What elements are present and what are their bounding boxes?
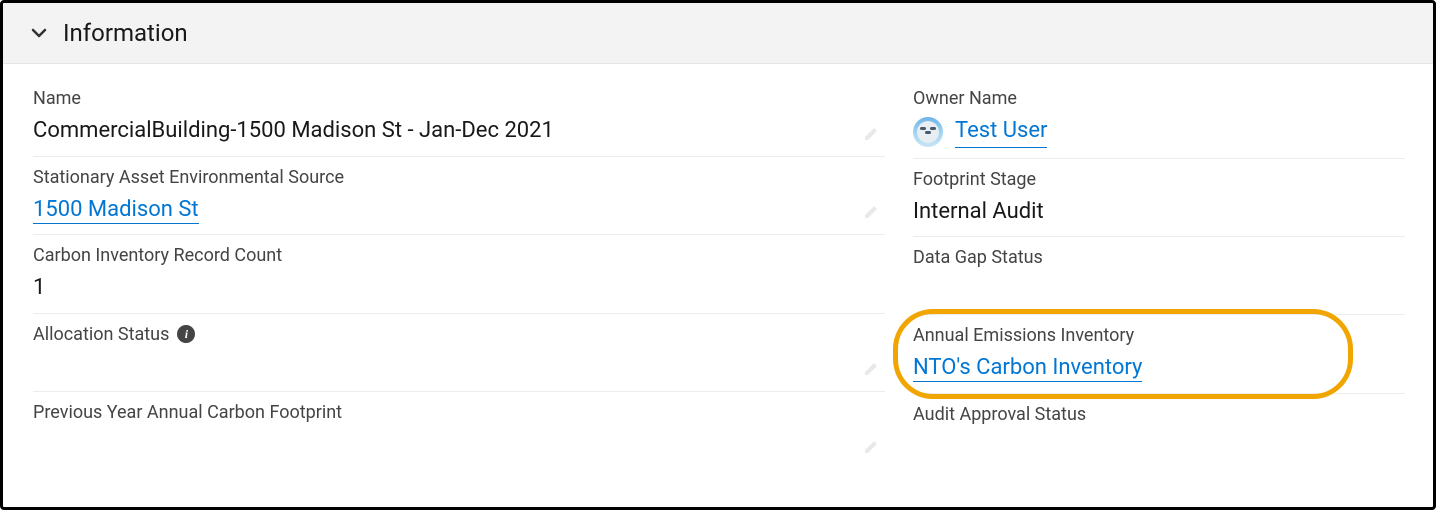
- field-emissions: Annual Emissions Inventory NTO's Carbon …: [913, 315, 1405, 394]
- record-detail-panel: Information Name CommercialBuilding-1500…: [0, 0, 1436, 510]
- section-header[interactable]: Information: [3, 3, 1433, 64]
- field-value-record-count: 1: [33, 274, 885, 303]
- field-value-name: CommercialBuilding-1500 Madison St - Jan…: [33, 117, 885, 146]
- field-prev-year: Previous Year Annual Carbon Footprint: [33, 392, 885, 469]
- field-label-emissions: Annual Emissions Inventory: [913, 325, 1405, 346]
- right-column: Owner Name Test User Footprint Stage Int…: [913, 78, 1433, 471]
- allocation-label-text: Allocation Status: [33, 324, 169, 345]
- info-icon[interactable]: i: [177, 325, 195, 343]
- edit-icon[interactable]: [863, 439, 879, 455]
- field-value-footprint-stage: Internal Audit: [913, 198, 1405, 227]
- source-link[interactable]: 1500 Madison St: [33, 197, 199, 224]
- field-label-owner: Owner Name: [913, 88, 1405, 109]
- edit-icon[interactable]: [863, 361, 879, 377]
- field-audit: Audit Approval Status: [913, 394, 1405, 471]
- field-source: Stationary Asset Environmental Source 15…: [33, 157, 885, 236]
- field-value-data-gap: [913, 276, 1405, 304]
- field-label-prev-year: Previous Year Annual Carbon Footprint: [33, 402, 885, 423]
- field-record-count: Carbon Inventory Record Count 1: [33, 235, 885, 314]
- section-title: Information: [63, 19, 188, 47]
- field-value-owner: Test User: [913, 117, 1405, 148]
- field-value-source: 1500 Madison St: [33, 196, 885, 225]
- field-footprint-stage: Footprint Stage Internal Audit: [913, 159, 1405, 238]
- field-data-gap: Data Gap Status: [913, 237, 1405, 315]
- emissions-link[interactable]: NTO's Carbon Inventory: [913, 355, 1142, 382]
- edit-icon[interactable]: [863, 204, 879, 220]
- field-value-audit: [913, 433, 1405, 461]
- field-name: Name CommercialBuilding-1500 Madison St …: [33, 78, 885, 157]
- content-grid: Name CommercialBuilding-1500 Madison St …: [3, 64, 1433, 471]
- field-label-audit: Audit Approval Status: [913, 404, 1405, 425]
- field-label-allocation: Allocation Status i: [33, 324, 885, 345]
- field-value-emissions: NTO's Carbon Inventory: [913, 354, 1405, 383]
- field-value-prev-year: [33, 431, 885, 459]
- field-owner: Owner Name Test User: [913, 78, 1405, 159]
- field-value-allocation: [33, 353, 885, 381]
- field-label-record-count: Carbon Inventory Record Count: [33, 245, 885, 266]
- avatar-icon: [913, 117, 943, 147]
- edit-icon[interactable]: [863, 126, 879, 142]
- owner-link[interactable]: Test User: [955, 117, 1047, 148]
- chevron-down-icon: [29, 23, 49, 43]
- field-label-data-gap: Data Gap Status: [913, 247, 1405, 268]
- field-label-source: Stationary Asset Environmental Source: [33, 167, 885, 188]
- field-allocation: Allocation Status i: [33, 314, 885, 392]
- field-label-name: Name: [33, 88, 885, 109]
- left-column: Name CommercialBuilding-1500 Madison St …: [3, 78, 913, 471]
- field-label-footprint-stage: Footprint Stage: [913, 169, 1405, 190]
